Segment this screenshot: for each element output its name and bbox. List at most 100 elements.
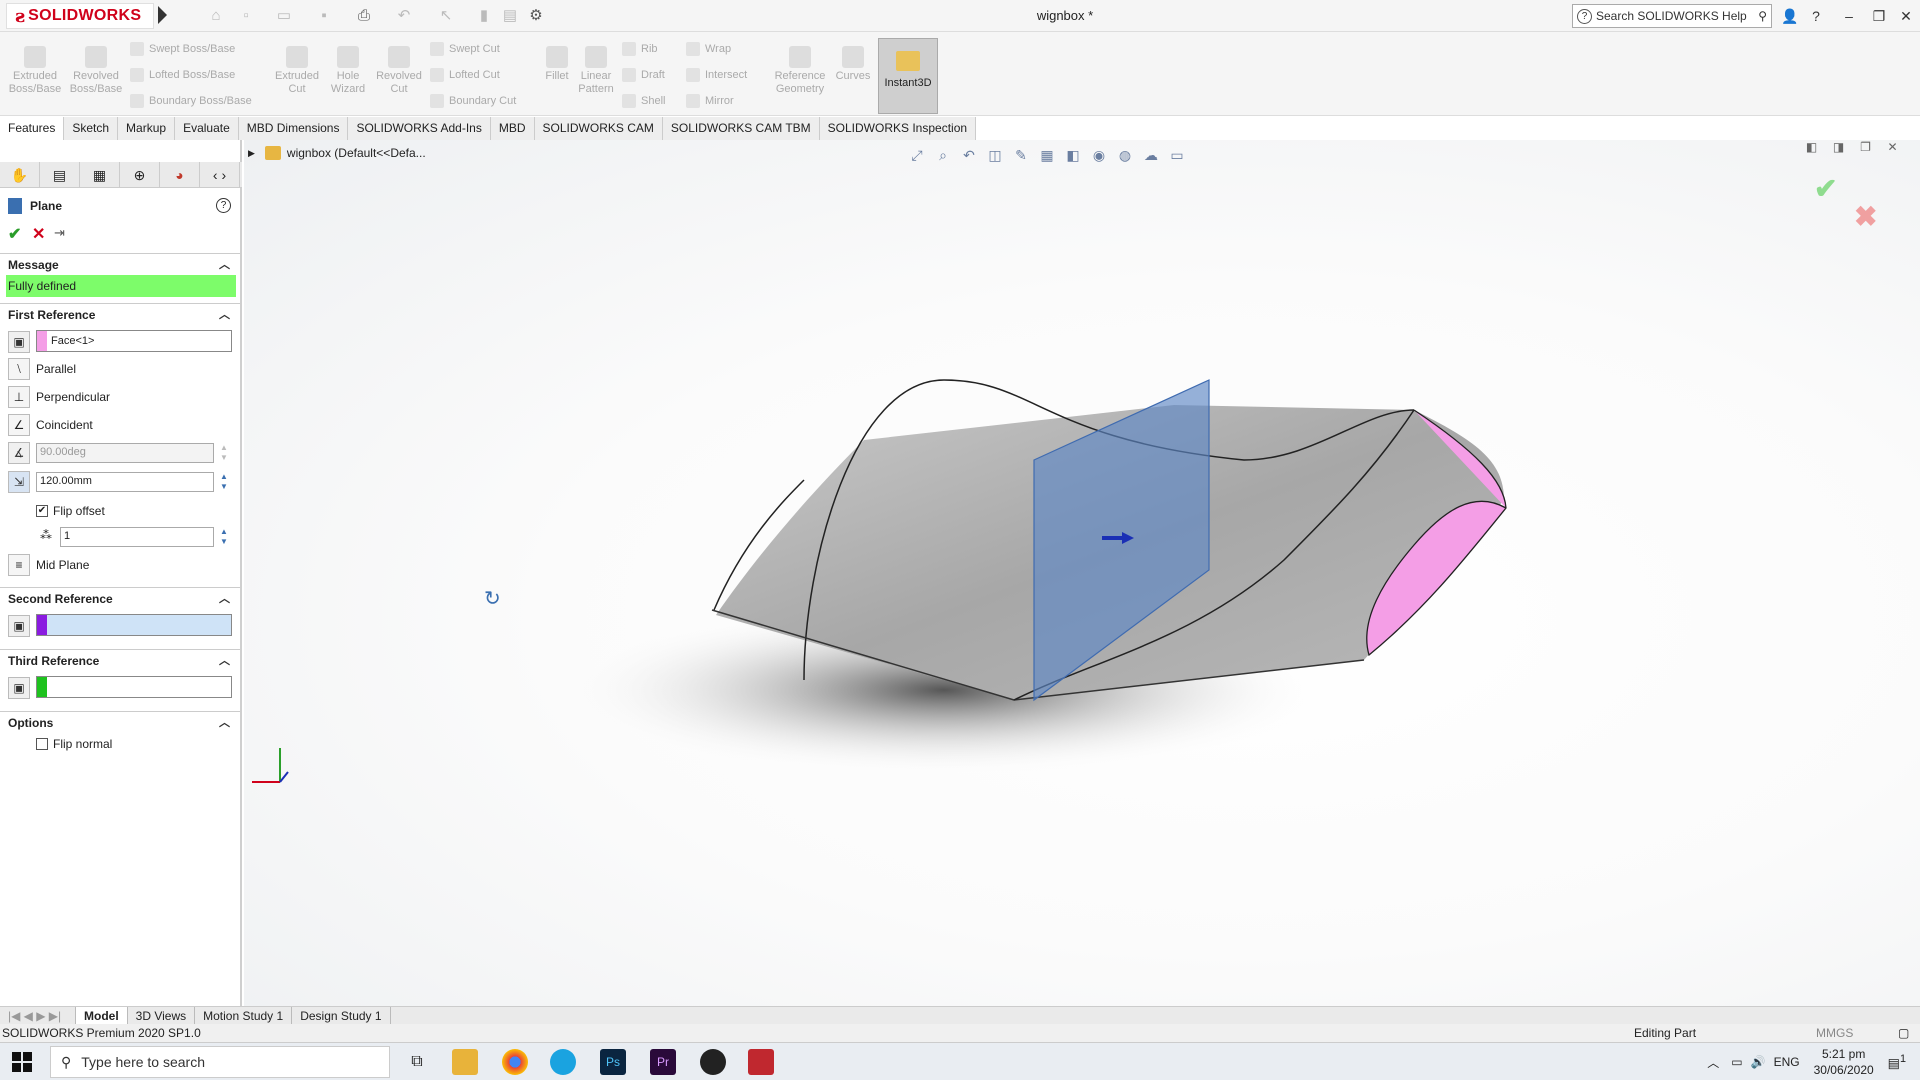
notifications-icon[interactable]: ▤1 [1888, 1053, 1906, 1071]
status-units[interactable]: MMGS [1816, 1024, 1853, 1042]
restore-button[interactable]: ❐ [1866, 4, 1892, 28]
hole-wizard-button[interactable]: Hole Wizard [324, 46, 372, 96]
tab-mbd[interactable]: MBD [490, 117, 535, 140]
property-manager-icon[interactable]: ▤ [40, 162, 80, 188]
tab-evaluate[interactable]: Evaluate [175, 117, 239, 140]
extruded-boss-button[interactable]: Extruded Boss/Base [8, 46, 62, 96]
distance-input[interactable]: 120.00mm [36, 472, 214, 492]
file-properties-icon[interactable]: ▤ [500, 6, 520, 26]
chrome-app-icon[interactable] [502, 1049, 528, 1075]
angle-spinner-icon[interactable]: ▲ ▼ [217, 443, 231, 463]
instant3d-button[interactable]: Instant3D [878, 38, 938, 114]
cancel-x-icon[interactable]: ✕ [32, 224, 45, 244]
first-reference-field[interactable]: Face<1> [36, 330, 232, 352]
solidworks-logo[interactable]: ƨ SOLIDWORKS [6, 3, 154, 29]
rebuild-icon[interactable]: ▮ [474, 6, 494, 26]
graphics-area[interactable]: ▶ wignbox (Default<<Defa... ⤢ ⌕ ↶ ◫ ✎ ▦ ◧… [244, 140, 1920, 1006]
home-icon[interactable]: ⌂ [206, 6, 226, 26]
tab-sketch[interactable]: Sketch [64, 117, 119, 140]
task-view-icon[interactable]: ⧉ [404, 1049, 430, 1075]
flip-offset-checkbox[interactable]: ✔ Flip offset [36, 504, 105, 518]
network-icon[interactable]: ▭ [1731, 1055, 1742, 1069]
mirror-button[interactable]: Mirror [686, 94, 734, 108]
tab-addins[interactable]: SOLIDWORKS Add-Ins [348, 117, 491, 140]
file-explorer-app-icon[interactable] [452, 1049, 478, 1075]
tab-cam-tbm[interactable]: SOLIDWORKS CAM TBM [662, 117, 820, 140]
lofted-boss-button[interactable]: Lofted Boss/Base [130, 68, 235, 82]
help-menu-icon[interactable]: ? [1803, 4, 1829, 28]
boundary-cut-button[interactable]: Boundary Cut [430, 94, 516, 108]
status-tooltip-icon[interactable]: ▢ [1898, 1024, 1909, 1042]
extruded-cut-button[interactable]: Extruded Cut [272, 46, 322, 96]
second-reference-field[interactable] [36, 614, 232, 636]
count-spinner-icon[interactable]: ▲ ▼ [217, 527, 231, 547]
solidworks-app-icon[interactable] [748, 1049, 774, 1075]
mid-plane-option[interactable]: ≡ Mid Plane [8, 554, 89, 576]
swept-boss-button[interactable]: Swept Boss/Base [130, 42, 235, 56]
menu-expand-icon[interactable] [158, 6, 167, 24]
tab-model[interactable]: Model [76, 1006, 128, 1025]
message-group-header[interactable]: Message ︿ [0, 253, 240, 273]
curves-button[interactable]: Curves [834, 46, 872, 83]
tray-expand-icon[interactable]: ︿ [1707, 1054, 1719, 1071]
shell-button[interactable]: Shell [622, 94, 665, 108]
c-app-icon[interactable] [550, 1049, 576, 1075]
third-reference-header[interactable]: Third Reference ︿ [0, 649, 240, 669]
swept-cut-button[interactable]: Swept Cut [430, 42, 500, 56]
fillet-button[interactable]: Fillet [540, 46, 574, 83]
new-document-icon[interactable]: ▫ [236, 6, 256, 26]
pm-help-icon[interactable]: ? [216, 198, 231, 213]
flip-normal-checkbox[interactable]: Flip normal [36, 737, 112, 751]
draft-button[interactable]: Draft [622, 68, 665, 82]
parallel-option[interactable]: ⧵ Parallel [8, 358, 76, 380]
tab-inspection[interactable]: SOLIDWORKS Inspection [819, 117, 977, 140]
distance-spinner-icon[interactable]: ▲ ▼ [217, 472, 231, 492]
taskbar-search-input[interactable]: ⚲ Type here to search [50, 1046, 390, 1078]
photoshop-app-icon[interactable]: Ps [600, 1049, 626, 1075]
wrap-button[interactable]: Wrap [686, 42, 731, 56]
undo-icon[interactable]: ↶ [394, 6, 414, 26]
configuration-manager-icon[interactable]: ▦ [80, 162, 120, 188]
angle-icon[interactable]: ∡ [8, 442, 30, 464]
panel-scroll-icon[interactable]: ‹ › [200, 162, 240, 188]
boundary-boss-button[interactable]: Boundary Boss/Base [130, 94, 252, 108]
options-header[interactable]: Options ︿ [0, 711, 240, 731]
tab-features[interactable]: Features [0, 117, 65, 140]
volume-icon[interactable]: 🔊 [1751, 1055, 1766, 1069]
intersect-button[interactable]: Intersect [686, 68, 747, 82]
revolved-cut-button[interactable]: Revolved Cut [374, 46, 424, 96]
first-reference-header[interactable]: First Reference ︿ [0, 303, 240, 323]
user-icon[interactable]: 👤 [1777, 4, 1803, 28]
language-indicator[interactable]: ENG [1774, 1055, 1800, 1069]
help-search-input[interactable]: ? Search SOLIDWORKS Help ⚲ [1572, 4, 1772, 28]
open-icon[interactable]: ▭ [274, 6, 294, 26]
feature-manager-icon[interactable]: ✋ [0, 162, 40, 188]
linear-pattern-button[interactable]: Linear Pattern [576, 46, 616, 96]
windows-start-icon[interactable] [12, 1052, 32, 1072]
pushpin-icon[interactable]: ⇥ [54, 225, 65, 241]
minimize-button[interactable]: – [1836, 4, 1862, 28]
rib-button[interactable]: Rib [622, 42, 658, 56]
coincident-option[interactable]: ∠ Coincident [8, 414, 93, 436]
second-reference-header[interactable]: Second Reference ︿ [0, 587, 240, 607]
clock[interactable]: 5:21 pm 30/06/2020 [1814, 1046, 1874, 1078]
close-button[interactable]: ✕ [1893, 4, 1919, 28]
ok-check-icon[interactable]: ✔ [8, 224, 21, 244]
tab-scroll-arrows-icon[interactable]: |◀ ◀ ▶ ▶| [0, 1006, 76, 1025]
tab-markup[interactable]: Markup [118, 117, 176, 140]
instance-count-input[interactable]: 1 [60, 527, 214, 547]
obs-app-icon[interactable] [700, 1049, 726, 1075]
lofted-cut-button[interactable]: Lofted Cut [430, 68, 500, 82]
premiere-app-icon[interactable]: Pr [650, 1049, 676, 1075]
dimxpert-icon[interactable]: ⊕ [120, 162, 160, 188]
display-manager-icon[interactable]: ◕ [160, 162, 200, 188]
offset-distance-icon[interactable]: ⇲ [8, 471, 30, 493]
tab-3d-views[interactable]: 3D Views [128, 1006, 196, 1025]
revolved-boss-button[interactable]: Revolved Boss/Base [68, 46, 124, 96]
tab-design-study[interactable]: Design Study 1 [292, 1006, 391, 1025]
angle-input[interactable]: 90.00deg [36, 443, 214, 463]
tab-motion-study[interactable]: Motion Study 1 [195, 1006, 293, 1025]
select-icon[interactable]: ↖ [436, 6, 456, 26]
save-icon[interactable]: ▪ [314, 6, 334, 26]
tab-mbd-dimensions[interactable]: MBD Dimensions [238, 117, 349, 140]
